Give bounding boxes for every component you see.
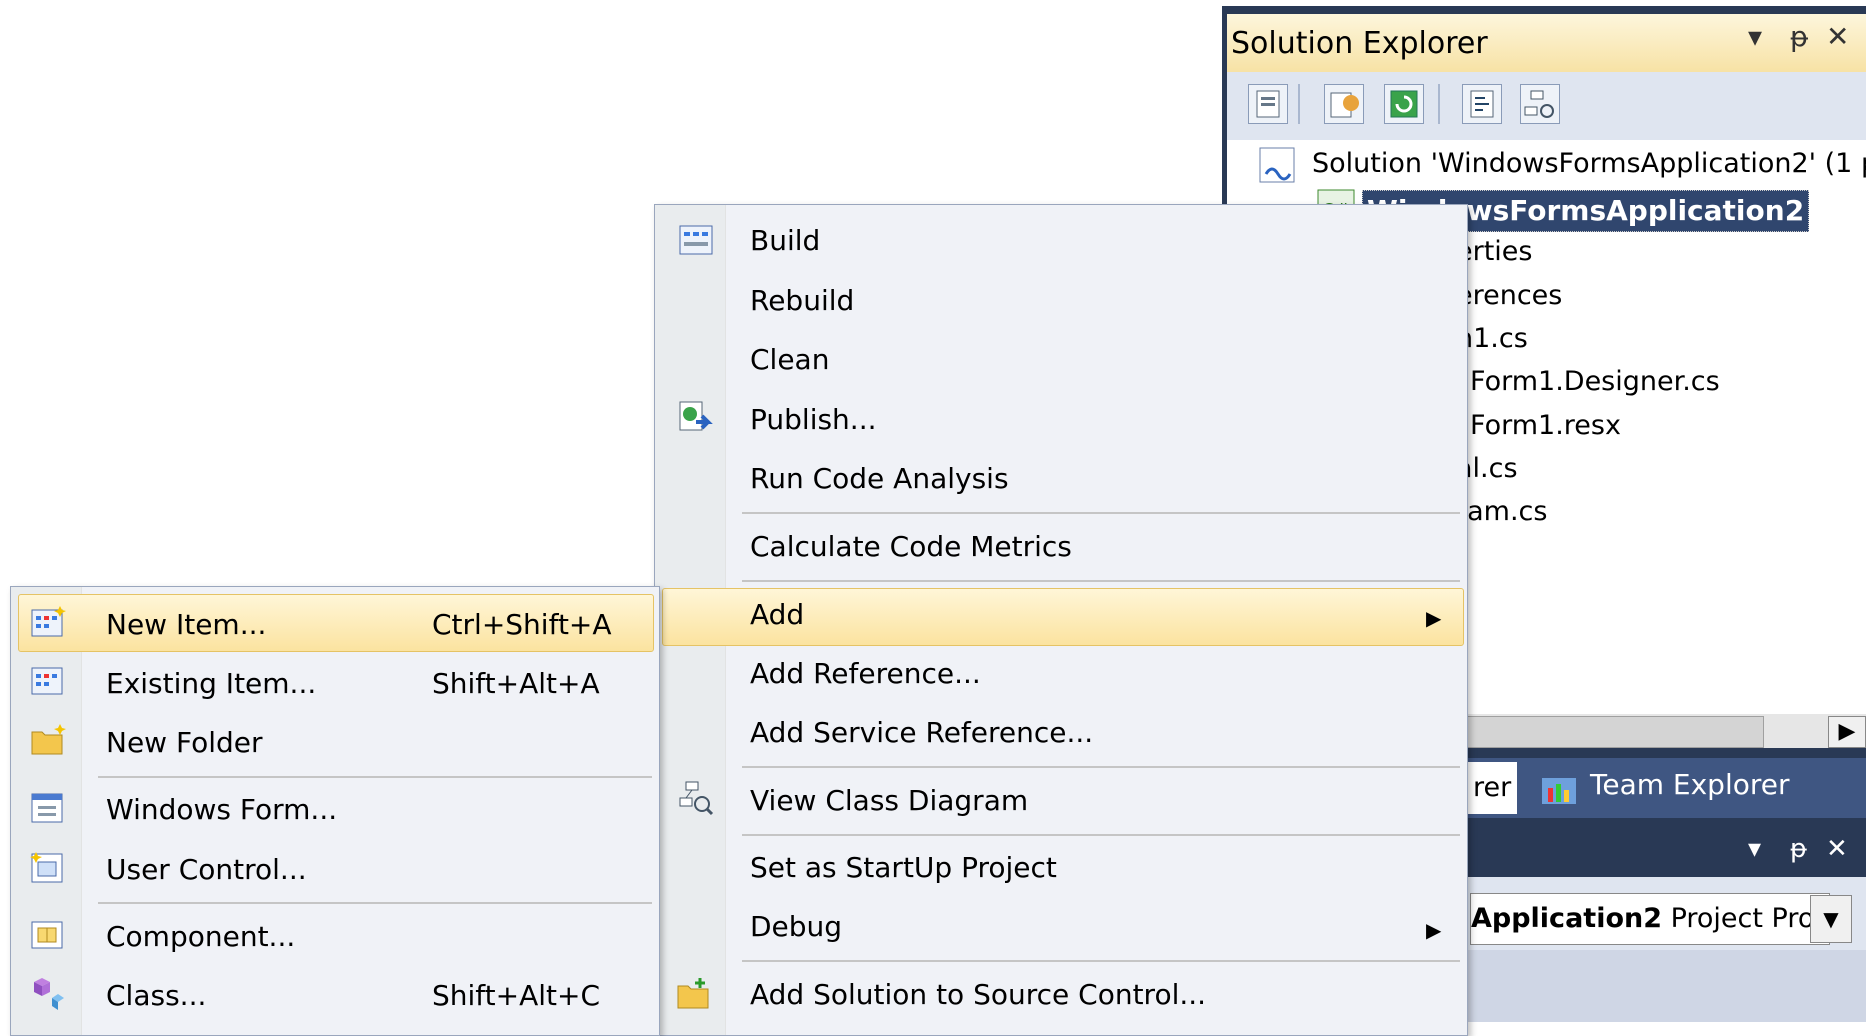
menu-item-run-code-analysis[interactable]: Run Code Analysis [750, 462, 1009, 495]
new-item-icon [31, 606, 66, 637]
submenu-arrow-icon: ▶ [1426, 606, 1442, 630]
existing-item-icon [31, 667, 63, 695]
class-diagram-icon [679, 781, 714, 816]
combo-object-name: Application2 [1471, 903, 1663, 934]
submenu-item-windows-form[interactable]: Windows Form... [106, 793, 337, 826]
menu-item-clean[interactable]: Clean [750, 343, 829, 376]
submenu-item-user-control[interactable]: User Control... [106, 853, 307, 886]
publish-icon [679, 401, 713, 431]
component-icon [31, 921, 63, 949]
menu-item-add-solution-to-source-control[interactable]: Add Solution to Source Control... [750, 978, 1206, 1011]
dropdown-icon[interactable]: ▾ [1748, 20, 1762, 53]
properties-object-combo[interactable]: Application2 Project Prop [1470, 893, 1830, 945]
solution-icon [1258, 146, 1296, 184]
pin-icon[interactable]: ᵽ [1790, 834, 1807, 864]
windows-form-icon [31, 793, 63, 823]
user-control-icon [30, 852, 63, 883]
solution-explorer-title: Solution Explorer [1231, 26, 1488, 61]
menu-separator [98, 776, 652, 778]
submenu-item-new-item[interactable]: New Item... [106, 608, 266, 641]
menu-separator [742, 834, 1460, 836]
menu-item-calculate-code-metrics[interactable]: Calculate Code Metrics [750, 530, 1072, 563]
source-control-icon [677, 978, 709, 1009]
submenu-item-component[interactable]: Component... [106, 920, 295, 953]
shortcut-text: Shift+Alt+C [432, 979, 601, 1012]
view-code-icon[interactable] [1462, 84, 1502, 124]
menu-item-build[interactable]: Build [750, 224, 820, 257]
toolbar-separator [1438, 84, 1440, 124]
menu-item-add-reference[interactable]: Add Reference... [750, 657, 981, 690]
shortcut-text: Shift+Alt+A [432, 667, 600, 700]
menu-item-rebuild[interactable]: Rebuild [750, 284, 854, 317]
chevron-down-icon[interactable]: ▼ [1810, 895, 1852, 943]
menu-item-debug[interactable]: Debug [750, 910, 842, 943]
submenu-arrow-icon: ▶ [1426, 918, 1442, 942]
menu-item-view-class-diagram[interactable]: View Class Diagram [750, 784, 1028, 817]
shortcut-text: Ctrl+Shift+A [432, 608, 612, 641]
show-all-files-icon[interactable] [1248, 84, 1288, 124]
menu-item-set-as-startup-project[interactable]: Set as StartUp Project [750, 851, 1057, 884]
tab-label: rer [1473, 772, 1512, 803]
build-icon [679, 225, 713, 255]
properties-icon[interactable] [1324, 84, 1364, 124]
submenu-item-class[interactable]: Class... [106, 979, 206, 1012]
menu-item-add[interactable]: Add [750, 598, 804, 631]
dropdown-icon[interactable]: ▾ [1748, 834, 1761, 864]
menu-item-add-service-reference[interactable]: Add Service Reference... [750, 716, 1093, 749]
toolbar-separator [1298, 84, 1300, 124]
close-icon[interactable]: ✕ [1826, 834, 1848, 864]
combo-object-type: Project Prop [1662, 903, 1830, 934]
menu-separator [742, 512, 1460, 514]
class-icon [34, 978, 64, 1010]
menu-separator [742, 960, 1460, 962]
submenu-item-existing-item[interactable]: Existing Item... [106, 667, 316, 700]
view-class-diagram-icon[interactable] [1520, 84, 1560, 124]
refresh-icon[interactable] [1384, 84, 1424, 124]
menu-separator [742, 580, 1460, 582]
tree-item[interactable]: Form1.resx [1470, 410, 1621, 441]
scroll-right-icon[interactable]: ▶ [1828, 716, 1866, 748]
close-icon[interactable]: ✕ [1826, 20, 1849, 53]
menu-item-publish[interactable]: Publish... [750, 403, 877, 436]
tree-solution-node[interactable]: Solution 'WindowsFormsApplication2' (1 p… [1312, 148, 1866, 179]
tree-item[interactable]: Form1.Designer.cs [1470, 366, 1720, 397]
pin-icon[interactable]: ᵽ [1790, 20, 1809, 53]
submenu-item-new-folder[interactable]: New Folder [106, 726, 263, 759]
new-folder-icon [31, 724, 66, 755]
tree-item[interactable]: erences [1456, 280, 1562, 311]
team-explorer-icon [1540, 768, 1580, 808]
tab-team-explorer[interactable]: Team Explorer [1590, 768, 1790, 801]
menu-separator [742, 766, 1460, 768]
tree-item[interactable]: ram.cs [1456, 496, 1547, 527]
menu-separator [98, 902, 652, 904]
